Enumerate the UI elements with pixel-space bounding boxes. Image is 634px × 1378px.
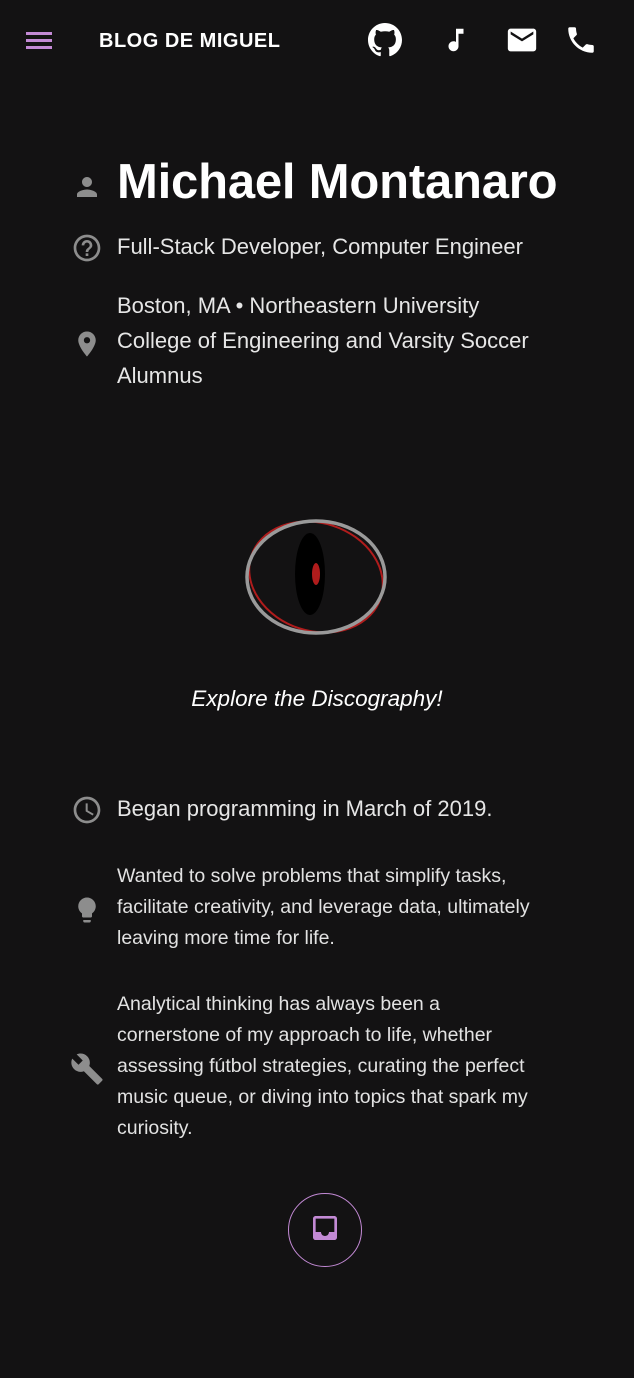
approach-line: Analytical thinking has always been a — [117, 993, 441, 1015]
location-pin-icon — [70, 327, 104, 361]
approach-line: cornerstone of my approach to life, whet… — [117, 1024, 493, 1046]
github-icon — [368, 22, 402, 62]
menu-button[interactable] — [22, 26, 56, 58]
page: BLOG DE MIGUEL Michael Montanaro Full-St… — [0, 0, 634, 1378]
began-programming-text: Began programming in March of 2019. — [117, 796, 493, 821]
clock-icon — [70, 793, 104, 827]
inbox-icon — [309, 1212, 341, 1249]
profile-role: Full-Stack Developer, Computer Engineer — [117, 234, 523, 259]
motivation-line: facilitate creativity, and leverage data… — [117, 896, 530, 918]
phone-link[interactable] — [563, 24, 599, 60]
approach-line: assessing fútbol strategies, curating th… — [117, 1055, 525, 1077]
github-link[interactable] — [367, 22, 403, 62]
location-line: Alumnus — [117, 363, 203, 388]
approach-line: music queue, or diving into topics that … — [117, 1086, 528, 1108]
motivation-line: Wanted to solve problems that simplify t… — [117, 865, 507, 887]
music-note-icon — [441, 24, 471, 61]
phone-icon — [564, 23, 598, 62]
location-line: Boston, MA • Northeastern University — [117, 293, 480, 318]
music-link[interactable] — [438, 24, 474, 60]
mail-link[interactable] — [504, 24, 540, 60]
menu-icon — [25, 29, 53, 56]
mail-icon — [505, 23, 539, 62]
motivation-line: leaving more time for life. — [117, 927, 335, 949]
site-title[interactable]: BLOG DE MIGUEL — [99, 30, 280, 53]
approach-line: curiosity. — [117, 1117, 193, 1139]
wrench-icon — [70, 1052, 104, 1086]
help-circle-icon — [70, 231, 104, 265]
location-line: College of Engineering and Varsity Socce… — [117, 328, 529, 353]
discography-logo[interactable] — [238, 510, 394, 644]
person-icon — [70, 170, 104, 204]
app-bar: BLOG DE MIGUEL — [0, 0, 634, 84]
profile-name: Michael Montanaro — [117, 155, 558, 209]
discography-link[interactable]: Explore the Discography! — [0, 686, 634, 712]
lightbulb-icon — [70, 893, 104, 927]
inbox-button[interactable] — [288, 1193, 362, 1267]
